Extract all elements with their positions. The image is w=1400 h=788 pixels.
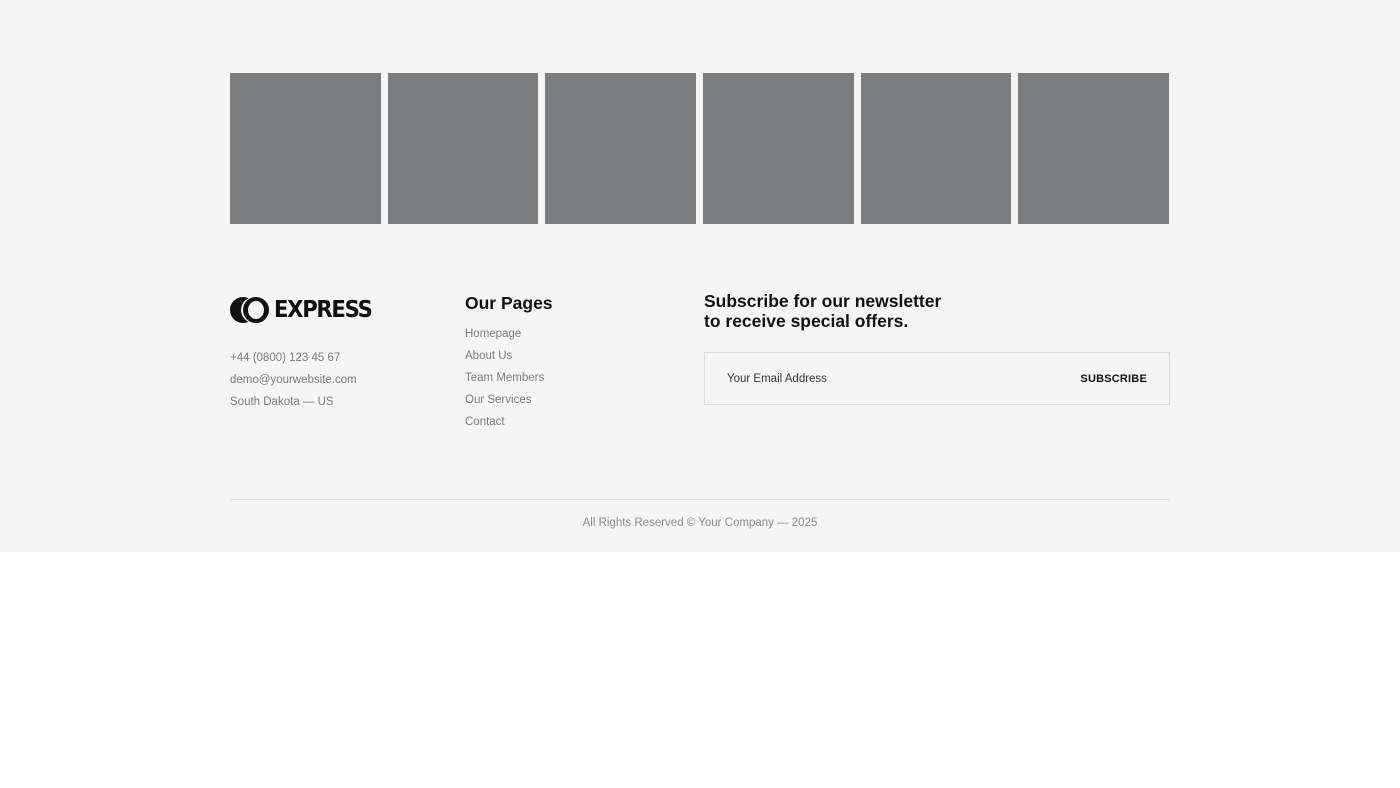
nav-link-team-members[interactable]: Team Members: [465, 367, 665, 389]
nav-link-about-us[interactable]: About Us: [465, 345, 665, 367]
gallery-image-3[interactable]: [545, 73, 696, 224]
gallery-image-1[interactable]: [230, 73, 381, 224]
gallery-image-2[interactable]: [388, 73, 538, 224]
nav-link-label[interactable]: Contact: [465, 416, 505, 428]
logo[interactable]: EXPRESS: [230, 296, 430, 323]
contact-email: demo@yourwebsite.com: [230, 374, 357, 386]
copyright-text: All Rights Reserved © Your Company — 202…: [582, 517, 818, 529]
newsletter-form: SUBSCRIBE: [704, 352, 1170, 405]
subscribe-button[interactable]: SUBSCRIBE: [1080, 373, 1147, 385]
email-input[interactable]: [727, 372, 1027, 385]
pages-nav: Homepage About Us Team Members Our Servi…: [465, 323, 665, 433]
gallery-image-4[interactable]: [703, 73, 854, 224]
logo-text: EXPRESS: [274, 296, 373, 323]
nav-link-label[interactable]: Our Services: [465, 394, 531, 406]
nav-link-label[interactable]: About Us: [465, 350, 512, 362]
nav-link-our-services[interactable]: Our Services: [465, 389, 665, 411]
contact-phone: +44 (0800) 123 45 67: [230, 352, 341, 364]
newsletter-column: Subscribe for our newsletter to receive …: [704, 291, 1170, 405]
logo-mark-icon: [230, 296, 270, 323]
contact-list: +44 (0800) 123 45 67 demo@yourwebsite.co…: [230, 347, 430, 413]
gallery-image-5[interactable]: [861, 73, 1011, 224]
gallery-image-6[interactable]: [1018, 73, 1169, 224]
instagram-gallery: [230, 73, 1170, 224]
pages-column: Our Pages Homepage About Us Team Members…: [465, 292, 665, 433]
nav-link-homepage[interactable]: Homepage: [465, 323, 665, 345]
nav-link-contact[interactable]: Contact: [465, 411, 665, 433]
newsletter-title: Subscribe for our newsletter to receive …: [704, 291, 942, 331]
pages-title: Our Pages: [465, 293, 553, 313]
footer-divider: [230, 499, 1170, 500]
nav-link-label[interactable]: Team Members: [465, 372, 544, 384]
brand-column: EXPRESS +44 (0800) 123 45 67 demo@yourwe…: [230, 296, 430, 413]
nav-link-label[interactable]: Homepage: [465, 328, 521, 340]
contact-location: South Dakota — US: [230, 396, 334, 408]
footer-area: EXPRESS +44 (0800) 123 45 67 demo@yourwe…: [0, 0, 1400, 552]
